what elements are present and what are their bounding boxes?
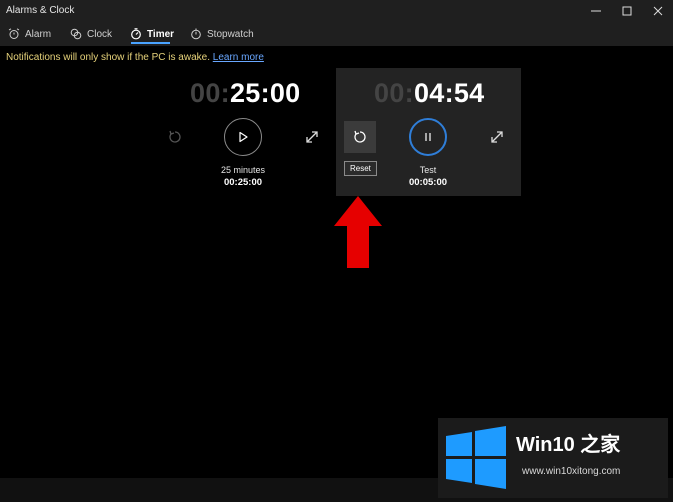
world-clock-icon bbox=[70, 28, 82, 40]
timer-2-countdown: 00:04:54 bbox=[374, 78, 485, 109]
watermark-url: www.win10xitong.com bbox=[522, 466, 621, 477]
timer-2-name: Test bbox=[419, 165, 437, 175]
timer-2-pause-button[interactable] bbox=[409, 118, 447, 156]
timer-1-expand-button[interactable] bbox=[303, 128, 321, 146]
watermark: Win10 之家 www.win10xitong.com bbox=[438, 418, 668, 498]
timer-2-hours: 00: bbox=[374, 78, 414, 108]
timer-2-expand-button[interactable] bbox=[488, 128, 506, 146]
app-title: Alarms & Clock bbox=[6, 5, 75, 16]
tab-clock-label: Clock bbox=[87, 28, 113, 40]
expand-icon bbox=[306, 131, 318, 143]
timer-1-duration: 00:25:00 bbox=[223, 177, 263, 188]
alarm-icon bbox=[8, 28, 20, 39]
maximize-button[interactable] bbox=[611, 0, 642, 22]
tab-bar: Alarm Clock Timer Stopwatch bbox=[0, 22, 673, 46]
expand-icon bbox=[491, 131, 503, 143]
reset-icon bbox=[169, 130, 181, 143]
timer-1-countdown: 00:25:00 bbox=[190, 78, 301, 109]
notification-notice: Notifications will only show if the PC i… bbox=[6, 52, 264, 63]
minimize-icon bbox=[590, 10, 601, 12]
maximize-icon bbox=[622, 6, 631, 16]
tab-stopwatch-label: Stopwatch bbox=[207, 28, 254, 40]
learn-more-link[interactable]: Learn more bbox=[213, 52, 264, 63]
timer-1-play-button[interactable] bbox=[224, 118, 262, 156]
pause-icon bbox=[425, 133, 431, 141]
reset-tooltip: Reset bbox=[344, 161, 377, 176]
tab-timer-label: Timer bbox=[147, 28, 175, 40]
timer-2-duration: 00:05:00 bbox=[408, 177, 448, 188]
red-arrow-icon bbox=[334, 196, 382, 268]
timer-1-reset-button[interactable] bbox=[166, 128, 184, 146]
close-button[interactable] bbox=[642, 0, 673, 22]
tab-alarm-label: Alarm bbox=[25, 28, 52, 40]
play-icon bbox=[239, 131, 248, 143]
timer-2-reset-button[interactable] bbox=[344, 121, 376, 153]
tab-stopwatch[interactable]: Stopwatch bbox=[190, 22, 254, 46]
timer-2-minutes-seconds: 04:54 bbox=[413, 78, 485, 108]
timer-1-name: 25 minutes bbox=[220, 165, 266, 175]
reset-icon bbox=[354, 130, 366, 143]
tab-clock[interactable]: Clock bbox=[70, 22, 112, 46]
close-icon bbox=[653, 6, 662, 16]
timer-1-minutes-seconds: 25:00 bbox=[229, 78, 301, 108]
active-tab-indicator bbox=[131, 42, 170, 44]
windows-logo-icon bbox=[446, 426, 506, 489]
minimize-button[interactable] bbox=[580, 0, 611, 22]
timer-1-hours: 00: bbox=[190, 78, 230, 108]
stopwatch-icon bbox=[191, 28, 201, 40]
title-bar: Alarms & Clock bbox=[0, 0, 673, 22]
notice-text: Notifications will only show if the PC i… bbox=[6, 52, 210, 63]
timer-icon bbox=[131, 28, 141, 40]
watermark-title: Win10 之家 bbox=[516, 434, 621, 456]
tab-alarm[interactable]: Alarm bbox=[8, 22, 51, 46]
